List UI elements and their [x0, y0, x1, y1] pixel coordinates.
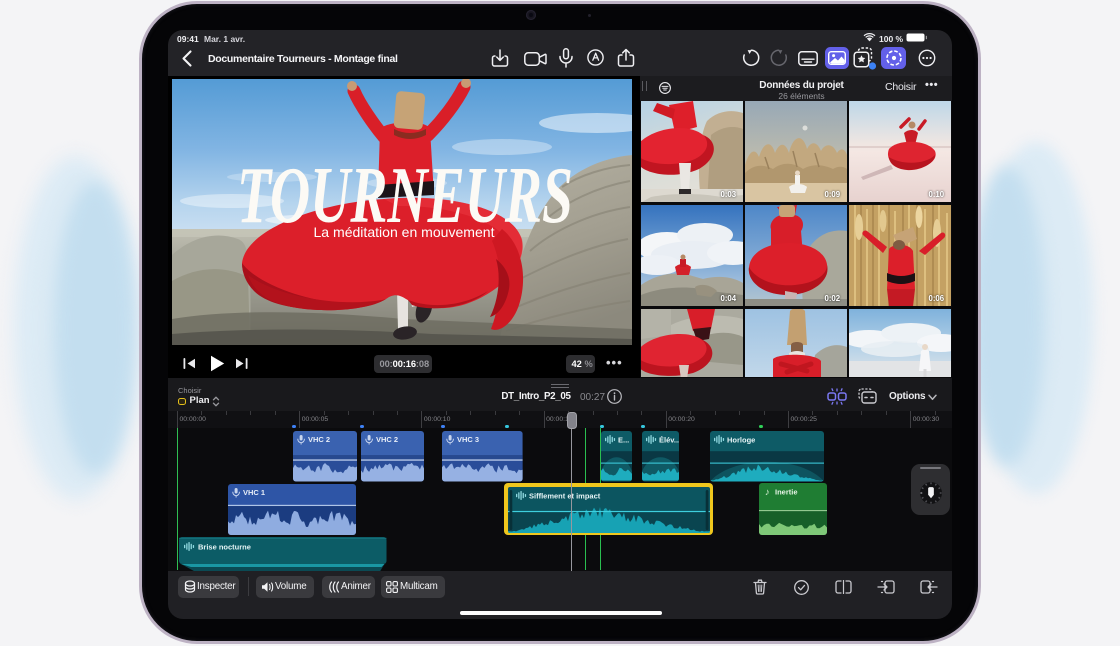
svg-text:♪: ♪ [765, 487, 770, 498]
svg-text:Sifflement et impact: Sifflement et impact [529, 491, 601, 500]
svg-text:Brise nocturne: Brise nocturne [198, 542, 251, 551]
svg-text:VHC 2: VHC 2 [308, 435, 330, 444]
svg-text:VHC 3: VHC 3 [457, 435, 479, 444]
svg-text:Élév...: Élév... [659, 436, 679, 445]
svg-text:VHC 2: VHC 2 [376, 435, 398, 444]
svg-text:VHC 1: VHC 1 [243, 488, 265, 497]
svg-text:E...: E... [618, 436, 629, 445]
svg-text:La méditation en mouvement: La méditation en mouvement [314, 224, 495, 240]
svg-text:Inertie: Inertie [775, 488, 798, 497]
svg-text:Horloge: Horloge [727, 436, 755, 445]
